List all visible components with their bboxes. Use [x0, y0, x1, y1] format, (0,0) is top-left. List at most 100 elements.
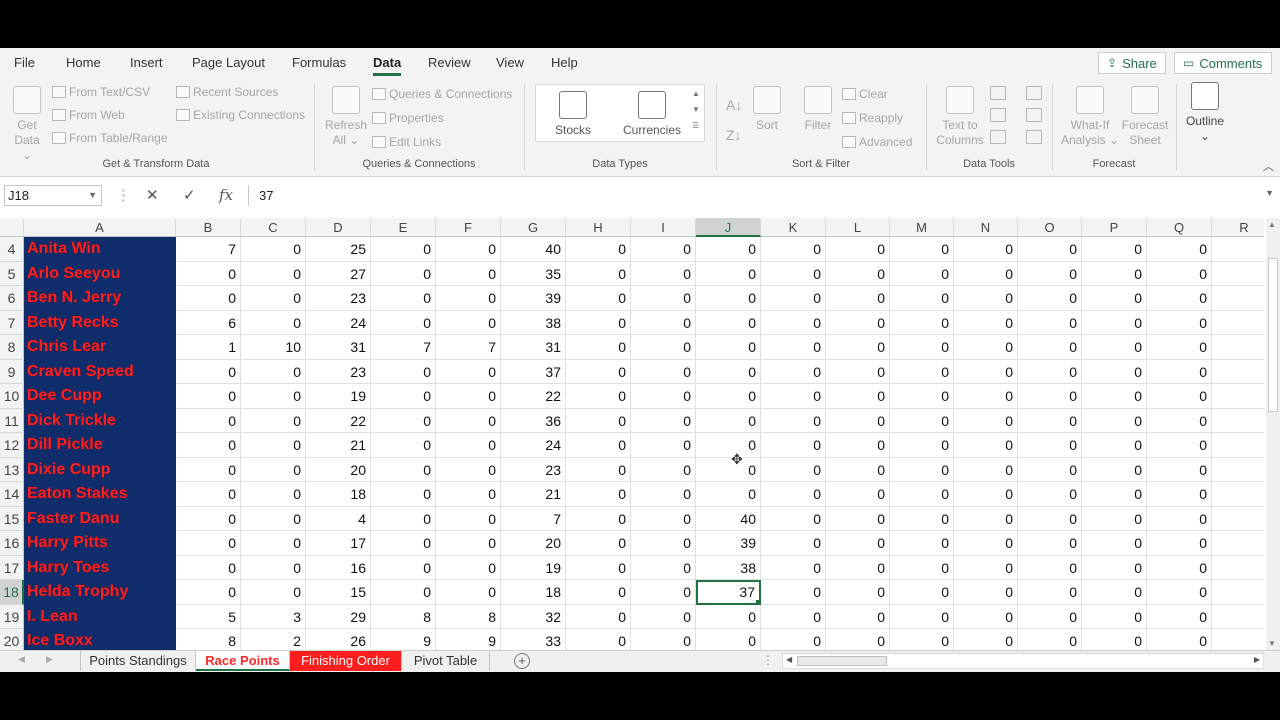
table-cell[interactable]: 0: [436, 555, 501, 580]
table-cell[interactable]: 0: [371, 286, 436, 311]
table-cell[interactable]: [1212, 629, 1264, 650]
column-header-h[interactable]: H: [566, 218, 631, 237]
table-cell[interactable]: 0: [631, 408, 696, 433]
table-cell[interactable]: 0: [1018, 580, 1082, 605]
tab-page-layout[interactable]: Page Layout: [192, 55, 265, 70]
table-cell[interactable]: 31: [306, 335, 371, 360]
from-web-button[interactable]: From Web: [52, 108, 125, 122]
table-cell[interactable]: 0: [436, 433, 501, 458]
table-cell[interactable]: 0: [826, 629, 890, 650]
table-cell[interactable]: 2: [241, 629, 306, 650]
table-cell[interactable]: 0: [631, 506, 696, 531]
table-cell[interactable]: 0: [826, 531, 890, 556]
enter-icon[interactable]: ✓: [183, 186, 196, 204]
table-cell[interactable]: 0: [761, 286, 826, 311]
row-header[interactable]: 8: [0, 335, 24, 360]
table-cell[interactable]: [1212, 360, 1264, 384]
table-cell[interactable]: 20: [306, 457, 371, 482]
table-cell[interactable]: 0: [696, 604, 761, 629]
table-cell[interactable]: 8: [371, 604, 436, 629]
table-cell[interactable]: 19: [501, 555, 566, 580]
tab-data[interactable]: Data: [373, 55, 402, 76]
table-cell[interactable]: 29: [306, 604, 371, 629]
table-cell[interactable]: 0: [1147, 482, 1212, 507]
table-cell[interactable]: 0: [826, 261, 890, 286]
table-cell[interactable]: 0: [1018, 482, 1082, 507]
table-cell[interactable]: 0: [566, 286, 631, 311]
table-cell[interactable]: 0: [631, 335, 696, 360]
table-cell[interactable]: 0: [1147, 310, 1212, 335]
table-cell[interactable]: 0: [954, 433, 1018, 458]
table-cell[interactable]: 0: [631, 237, 696, 262]
column-header-l[interactable]: L: [826, 218, 890, 237]
table-cell[interactable]: 0: [631, 286, 696, 311]
flash-fill-icon[interactable]: [990, 86, 1006, 100]
table-cell[interactable]: 0: [371, 359, 436, 384]
table-cell[interactable]: 0: [436, 384, 501, 409]
table-cell[interactable]: 0: [826, 237, 890, 262]
table-cell[interactable]: 6: [176, 310, 241, 335]
table-cell[interactable]: 0: [826, 506, 890, 531]
table-cell[interactable]: 0: [890, 310, 954, 335]
table-cell[interactable]: 33: [501, 629, 566, 650]
table-cell[interactable]: 0: [1147, 580, 1212, 605]
table-cell[interactable]: 0: [1147, 457, 1212, 482]
table-cell[interactable]: 21: [501, 482, 566, 507]
table-cell[interactable]: 22: [306, 408, 371, 433]
table-cell[interactable]: 9: [436, 629, 501, 650]
queries-connections-button[interactable]: Queries & Connections: [372, 87, 512, 101]
table-cell[interactable]: 0: [954, 335, 1018, 360]
table-cell[interactable]: 0: [954, 359, 1018, 384]
table-cell[interactable]: 0: [890, 506, 954, 531]
tab-file[interactable]: File: [14, 55, 35, 70]
table-cell[interactable]: 0: [436, 482, 501, 507]
share-button[interactable]: ⇪ Share: [1098, 52, 1166, 74]
table-cell[interactable]: 0: [1147, 286, 1212, 311]
table-cell[interactable]: [1212, 262, 1264, 286]
table-cell[interactable]: 37: [501, 359, 566, 384]
table-cell[interactable]: 0: [566, 237, 631, 262]
table-cell[interactable]: 0: [241, 531, 306, 556]
driver-name-cell[interactable]: Dick Trickle: [24, 408, 176, 433]
table-cell[interactable]: 38: [501, 310, 566, 335]
table-cell[interactable]: 0: [954, 555, 1018, 580]
table-cell[interactable]: 0: [761, 237, 826, 262]
table-cell[interactable]: 0: [241, 237, 306, 262]
table-cell[interactable]: 32: [501, 604, 566, 629]
driver-name-cell[interactable]: Dill Pickle: [24, 433, 176, 458]
table-cell[interactable]: 0: [761, 335, 826, 360]
table-cell[interactable]: 0: [176, 408, 241, 433]
table-cell[interactable]: 5: [176, 604, 241, 629]
table-cell[interactable]: 18: [306, 482, 371, 507]
table-cell[interactable]: 0: [761, 531, 826, 556]
column-header-a[interactable]: A: [24, 218, 176, 237]
row-header[interactable]: 10: [0, 384, 24, 409]
sheet-tab-finishing-order[interactable]: Finishing Order: [290, 651, 402, 671]
table-cell[interactable]: 40: [696, 506, 761, 531]
table-cell[interactable]: 0: [566, 604, 631, 629]
table-cell[interactable]: [1212, 286, 1264, 311]
table-cell[interactable]: 0: [1082, 604, 1147, 629]
table-cell[interactable]: 0: [1147, 531, 1212, 556]
table-cell[interactable]: 24: [306, 310, 371, 335]
table-cell[interactable]: 0: [1147, 408, 1212, 433]
table-cell[interactable]: 0: [371, 408, 436, 433]
table-cell[interactable]: [1212, 482, 1264, 507]
sort-button[interactable]: Sort: [750, 86, 784, 133]
table-cell[interactable]: 0: [1018, 384, 1082, 409]
table-cell[interactable]: 0: [826, 408, 890, 433]
row-header[interactable]: 6: [0, 286, 24, 311]
table-cell[interactable]: 0: [1082, 237, 1147, 262]
row-header[interactable]: 5: [0, 261, 24, 286]
table-cell[interactable]: 20: [501, 531, 566, 556]
table-cell[interactable]: 0: [890, 604, 954, 629]
formula-input[interactable]: 37: [248, 185, 1278, 206]
table-cell[interactable]: 23: [306, 286, 371, 311]
table-cell[interactable]: 0: [1147, 433, 1212, 458]
edit-links-button[interactable]: Edit Links: [372, 135, 441, 149]
table-cell[interactable]: 0: [1082, 482, 1147, 507]
column-header-k[interactable]: K: [761, 218, 826, 237]
table-cell[interactable]: 0: [1082, 310, 1147, 335]
expand-formula-bar-icon[interactable]: ▼: [1265, 188, 1274, 198]
table-cell[interactable]: 0: [1147, 629, 1212, 650]
